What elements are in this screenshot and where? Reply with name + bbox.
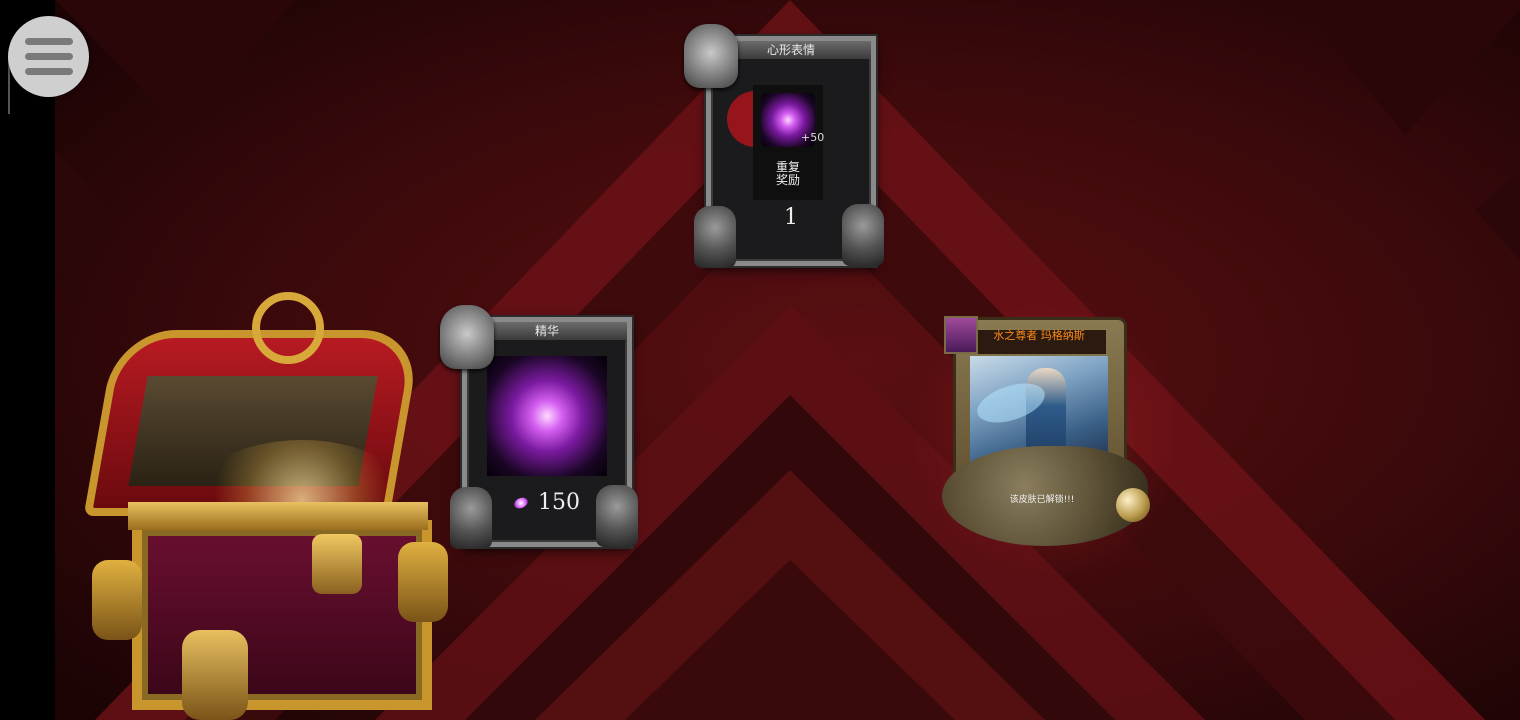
treasure-chest-icon	[83, 290, 452, 720]
chest-body	[132, 520, 432, 710]
reward-screen: 心形表情 +50 重复 奖励 1 精华 150 水之尊者 玛格纳斯 该皮肤已解锁…	[0, 0, 1520, 720]
essence-reward-card[interactable]: 精华 150	[440, 305, 640, 551]
chest-rim	[128, 502, 428, 530]
emote-item-slot: +50 重复 奖励	[753, 85, 825, 200]
hero-status: 该皮肤已解锁!!!	[1009, 495, 1075, 505]
hamburger-menu-icon-bar	[24, 53, 73, 60]
hero-title: 水之尊者 玛格纳斯	[993, 329, 1085, 342]
chest-foot-left	[92, 560, 142, 640]
hero-skin-card[interactable]: 水之尊者 玛格纳斯 该皮肤已解锁!!!	[902, 306, 1192, 576]
essence-count: 150	[538, 490, 580, 515]
essence-orb-icon	[487, 356, 607, 476]
hamburger-menu-icon-bar	[24, 68, 73, 75]
claw-ornament-right	[596, 485, 638, 547]
item-bonus: +50	[801, 131, 825, 144]
hero-class-badge	[944, 316, 978, 354]
repeat-reward-label: 重复 奖励	[775, 160, 800, 187]
left-edge-bar	[0, 0, 55, 720]
chest-foot-right	[398, 542, 448, 622]
chest-clasp	[252, 292, 324, 364]
menu-button[interactable]	[8, 16, 89, 97]
stone-face-ornament	[684, 24, 738, 88]
essence-small-icon	[512, 495, 530, 511]
hamburger-menu-icon-bar	[24, 38, 73, 45]
chest-foot-front	[182, 630, 248, 720]
chest-latch	[312, 534, 362, 594]
emote-reward-card[interactable]: 心形表情 +50 重复 奖励 1	[684, 24, 884, 270]
claw-ornament-left	[694, 206, 736, 268]
claw-ornament-left	[450, 487, 492, 549]
dragon-pearl	[1116, 488, 1150, 522]
claw-ornament-right	[842, 204, 884, 266]
